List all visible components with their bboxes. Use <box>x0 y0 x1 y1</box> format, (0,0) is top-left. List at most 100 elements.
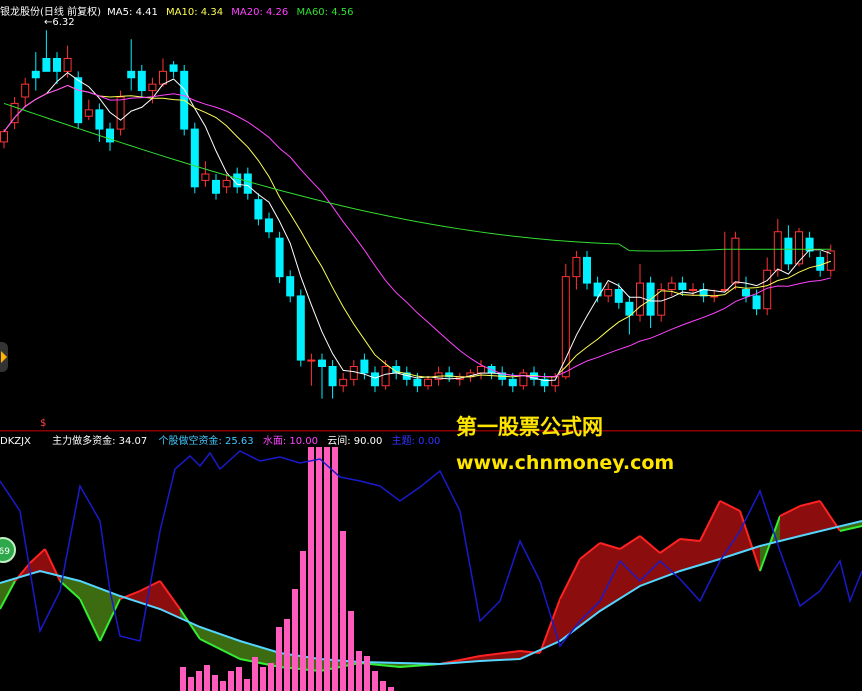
volume-bar <box>380 681 386 691</box>
volume-bar <box>332 447 338 691</box>
volume-bar <box>340 531 346 691</box>
ma5-label: MA5: 4.41 <box>107 7 158 18</box>
short-funds-label: 个股做空资金: 25.63 <box>158 436 254 447</box>
candle-body <box>689 289 697 291</box>
candle-body <box>254 199 263 220</box>
volume-bar <box>356 651 362 691</box>
ma5-line <box>3 71 831 382</box>
candle-body <box>424 378 432 387</box>
scroll-left-handle[interactable] <box>0 342 8 372</box>
cloud-level-label: 云间: 90.00 <box>327 436 383 447</box>
ma20-label: MA20: 4.26 <box>231 7 289 18</box>
candle-body <box>360 359 369 374</box>
candle-body <box>137 70 146 92</box>
volume-bar <box>284 619 290 691</box>
volume-bar <box>372 671 378 691</box>
candle-body <box>826 250 835 271</box>
indicator-marker: $ <box>40 418 47 429</box>
watermark-url: www.chnmoney.com <box>456 452 675 474</box>
volume-bar <box>300 551 306 691</box>
candle-body <box>371 372 379 387</box>
volume-bar <box>236 667 242 691</box>
volume-bar <box>188 677 194 691</box>
volume-bar <box>212 675 218 691</box>
volume-bar <box>244 679 250 691</box>
candle-body <box>773 231 782 271</box>
candle-body <box>625 301 634 316</box>
indicator-header: DKZJX 主力做多资金: 34.07 个股做空资金: 25.63 水面: 10… <box>0 432 440 447</box>
candle-body <box>74 77 83 124</box>
price-chart <box>0 30 835 399</box>
candle-body <box>95 109 104 130</box>
volume-bar <box>196 671 202 691</box>
candle-body <box>21 83 30 98</box>
candle-body <box>339 378 348 387</box>
candle-body <box>381 366 390 387</box>
candle-body <box>84 109 93 117</box>
ma20-line <box>3 84 831 378</box>
candle-body <box>265 218 273 233</box>
candle-body <box>508 378 517 387</box>
ma60-label: MA60: 4.56 <box>296 7 354 18</box>
volume-bar <box>308 447 314 691</box>
candle-body <box>190 128 199 188</box>
volume-bar <box>260 667 266 691</box>
candle-body <box>413 378 422 387</box>
candle-body <box>561 276 570 378</box>
candle-body <box>551 376 560 387</box>
candle-body <box>328 366 337 387</box>
candle-body <box>667 282 676 291</box>
candle-body <box>116 96 125 130</box>
volume-bar <box>204 665 210 691</box>
candle-body <box>604 289 613 297</box>
high-price-marker: ←6.32 <box>44 17 75 28</box>
ma10-label: MA10: 4.34 <box>166 7 224 18</box>
candle-body <box>275 237 284 278</box>
candle-body <box>307 359 316 362</box>
volume-bar <box>324 447 330 691</box>
volume-bar <box>268 663 274 691</box>
volume-bar <box>388 687 394 691</box>
candle-body <box>636 282 644 316</box>
candle-body <box>678 282 687 291</box>
candle-body <box>286 276 295 297</box>
volume-bar <box>292 589 298 691</box>
price-panel <box>0 0 862 430</box>
candle-body <box>519 372 528 387</box>
ma60-line <box>3 102 831 252</box>
candle-body <box>243 173 252 194</box>
volume-bar <box>252 657 258 691</box>
candle-body <box>159 70 167 85</box>
volume-bar <box>348 611 354 691</box>
candle-body <box>477 366 485 374</box>
volume-bar <box>180 667 186 691</box>
candle-body <box>63 58 72 72</box>
candle-body <box>53 58 61 72</box>
candle-body <box>742 289 750 297</box>
price-header: 银龙股份(日线 前复权) MA5: 4.41 MA10: 4.34 MA20: … <box>0 3 354 18</box>
candle-body <box>127 70 136 79</box>
volume-bar <box>316 447 322 691</box>
theme-label: 主题: 0.00 <box>391 436 441 447</box>
indicator-name[interactable]: DKZJX <box>0 436 31 447</box>
volume-bar <box>220 681 226 691</box>
candle-body <box>169 64 178 72</box>
indicator-chart <box>0 431 862 691</box>
volume-bar <box>364 656 370 691</box>
candle-body <box>0 131 8 143</box>
chevron-right-icon <box>1 351 7 363</box>
candle-body <box>614 289 623 303</box>
volume-bar <box>276 627 282 691</box>
fund-area <box>620 536 640 599</box>
water-level-label: 水面: 10.00 <box>262 436 319 447</box>
candle-body <box>731 237 740 284</box>
ma10-line <box>3 84 831 378</box>
candle-body <box>583 256 591 284</box>
candle-body <box>752 295 761 310</box>
candle-body <box>296 295 305 361</box>
candle-body <box>222 179 231 188</box>
indicator-panel <box>0 431 862 691</box>
candle-body <box>572 256 581 278</box>
candle-body <box>349 366 358 380</box>
volume-bar <box>228 671 234 691</box>
